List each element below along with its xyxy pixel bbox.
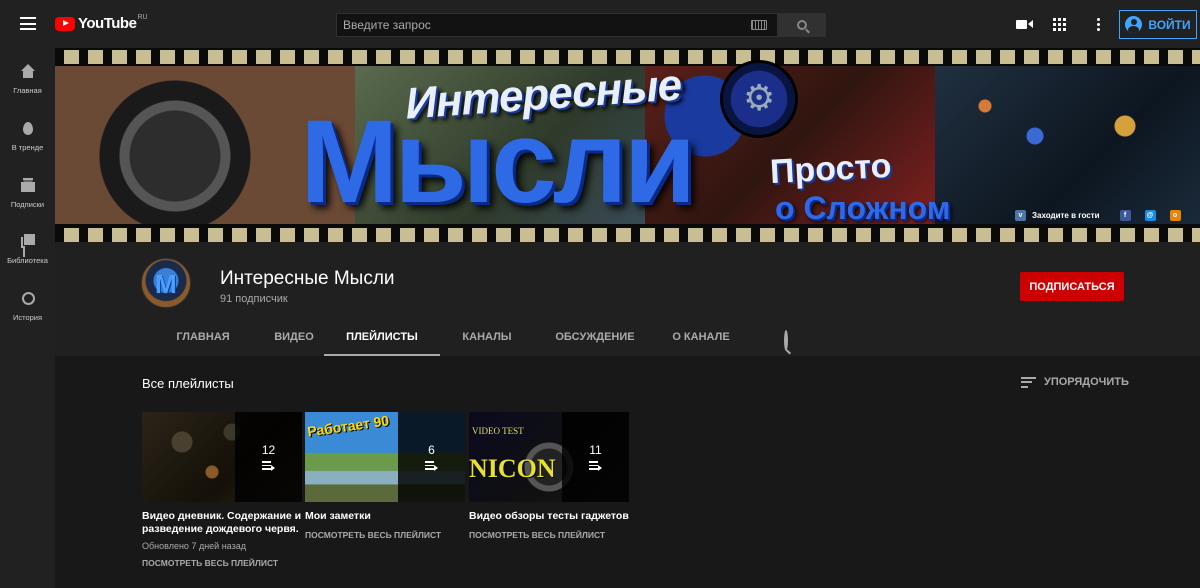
playlist-card[interactable]: Работает 90 6 Мои заметки ПОСМОТРЕТЬ ВЕС… <box>305 412 465 540</box>
playlist-icon <box>262 461 275 471</box>
thumbnail-text-big: NICON <box>469 454 556 483</box>
thumbnail-text-top: VIDEO TEST <box>472 426 524 436</box>
view-full-playlist-link[interactable]: ПОСМОТРЕТЬ ВЕСЬ ПЛЕЙЛИСТ <box>469 530 629 540</box>
sidebar-item-library[interactable]: Библиотека <box>0 234 55 265</box>
sidebar-item-label: Главная <box>13 86 42 95</box>
banner-social-links: v Заходите в гости f @ о <box>1015 210 1181 221</box>
account-icon <box>1125 16 1143 33</box>
film-strip-top <box>55 50 1200 64</box>
subscriptions-icon <box>20 178 35 192</box>
subscribe-button[interactable]: ПОДПИСАТЬСЯ <box>1020 272 1124 301</box>
playlist-title[interactable]: Мои заметки <box>305 510 465 523</box>
playlist-count-overlay: 11 <box>562 412 629 502</box>
tab-videos[interactable]: ВИДЕО <box>264 320 324 356</box>
view-full-playlist-link[interactable]: ПОСМОТРЕТЬ ВЕСЬ ПЛЕЙЛИСТ <box>142 558 302 568</box>
login-label: ВОЙТИ <box>1148 17 1191 32</box>
playlist-title[interactable]: Видео обзоры тесты гаджетов <box>469 510 629 523</box>
banner-panel-camera-lights <box>935 66 1200 224</box>
vk-icon[interactable]: v <box>1015 210 1026 221</box>
sidebar-item-label: Подписки <box>10 200 45 209</box>
playlist-title[interactable]: Видео дневник. Содержание и разведение д… <box>142 510 302 536</box>
playlist-thumbnail[interactable]: Работает 90 6 <box>305 412 465 502</box>
menu-icon[interactable] <box>20 17 36 30</box>
playlist-icon <box>425 461 438 471</box>
channel-avatar[interactable] <box>141 258 191 308</box>
playlist-icon <box>589 461 602 471</box>
youtube-play-icon <box>55 16 75 31</box>
sidebar: Главная В тренде Подписки Библиотека Ист… <box>0 48 55 588</box>
sort-icon <box>1021 376 1036 388</box>
search-input[interactable] <box>337 14 737 36</box>
banner-subtitle-line2: о Сложном <box>775 190 951 226</box>
sidebar-item-history[interactable]: История <box>0 291 55 322</box>
channel-header: Интересные Мысли 91 подписчик ПОДПИСАТЬС… <box>55 242 1200 356</box>
playlist-card[interactable]: VIDEO TEST NICON 11 Видео обзоры тесты г… <box>469 412 629 540</box>
sidebar-item-home[interactable]: Главная <box>0 64 55 95</box>
channel-tabs: ГЛАВНАЯ ВИДЕО ПЛЕЙЛИСТЫ КАНАЛЫ ОБСУЖДЕНИ… <box>142 320 788 356</box>
apps-grid-icon[interactable] <box>1053 18 1066 31</box>
section-title: Все плейлисты <box>142 376 234 391</box>
channel-search-button[interactable] <box>784 330 788 351</box>
fire-icon <box>21 121 35 135</box>
youtube-logo[interactable]: YouTube RU <box>55 14 148 32</box>
subscriber-count: 91 подписчик <box>220 293 288 305</box>
video-count: 6 <box>428 443 435 457</box>
tab-about[interactable]: О КАНАЛЕ <box>656 320 746 356</box>
playlist-thumbnail[interactable]: VIDEO TEST NICON 11 <box>469 412 629 502</box>
social-text[interactable]: Заходите в гости <box>1032 211 1100 220</box>
playlist-card[interactable]: 12 Видео дневник. Содержание и разведени… <box>142 412 302 568</box>
channel-name: Интересные Мысли <box>220 268 395 289</box>
sort-label: УПОРЯДОЧИТЬ <box>1044 376 1129 388</box>
top-bar: YouTube RU ВОЙТИ <box>0 0 1200 48</box>
video-count: 12 <box>261 443 276 457</box>
odnoklassniki-icon[interactable]: о <box>1169 210 1181 221</box>
playlist-updated: Обновлено 7 дней назад <box>142 541 246 551</box>
search-box <box>336 13 778 37</box>
facebook-icon[interactable]: f <box>1119 210 1131 221</box>
home-icon <box>20 64 35 78</box>
sidebar-item-label: История <box>12 313 43 322</box>
sort-button[interactable]: УПОРЯДОЧИТЬ <box>1021 376 1129 388</box>
banner-subtitle-line1: Просто <box>769 146 893 192</box>
logo-region: RU <box>137 14 148 21</box>
login-button[interactable]: ВОЙТИ <box>1119 10 1197 39</box>
film-strip-bottom <box>55 228 1200 242</box>
mailru-icon[interactable]: @ <box>1144 210 1156 221</box>
create-video-icon[interactable] <box>1015 15 1033 33</box>
search-button[interactable] <box>778 13 826 37</box>
keyboard-icon[interactable] <box>751 20 767 30</box>
view-full-playlist-link[interactable]: ПОСМОТРЕТЬ ВЕСЬ ПЛЕЙЛИСТ <box>305 530 465 540</box>
tab-playlists[interactable]: ПЛЕЙЛИСТЫ <box>324 320 440 356</box>
sidebar-item-trending[interactable]: В тренде <box>0 121 55 152</box>
sidebar-item-label: В тренде <box>11 143 44 152</box>
video-count: 11 <box>589 443 602 457</box>
search-icon <box>797 20 807 30</box>
brain-gears-icon <box>720 60 798 138</box>
playlist-thumbnail[interactable]: 12 <box>142 412 302 502</box>
library-icon <box>20 234 35 248</box>
tab-discussion[interactable]: ОБСУЖДЕНИЕ <box>534 320 656 356</box>
search-icon <box>784 330 788 351</box>
channel-banner: Мысли Интересные Просто о Сложном v Захо… <box>55 48 1200 242</box>
sidebar-item-subscriptions[interactable]: Подписки <box>0 178 55 209</box>
playlist-count-overlay: 12 <box>235 412 302 502</box>
logo-text: YouTube <box>78 15 137 32</box>
tab-home[interactable]: ГЛАВНАЯ <box>142 320 264 356</box>
more-vert-icon[interactable] <box>1089 15 1107 33</box>
playlist-count-overlay: 6 <box>398 412 465 502</box>
history-icon <box>21 291 35 305</box>
sidebar-item-label: Библиотека <box>7 256 48 265</box>
tab-channels[interactable]: КАНАЛЫ <box>440 320 534 356</box>
